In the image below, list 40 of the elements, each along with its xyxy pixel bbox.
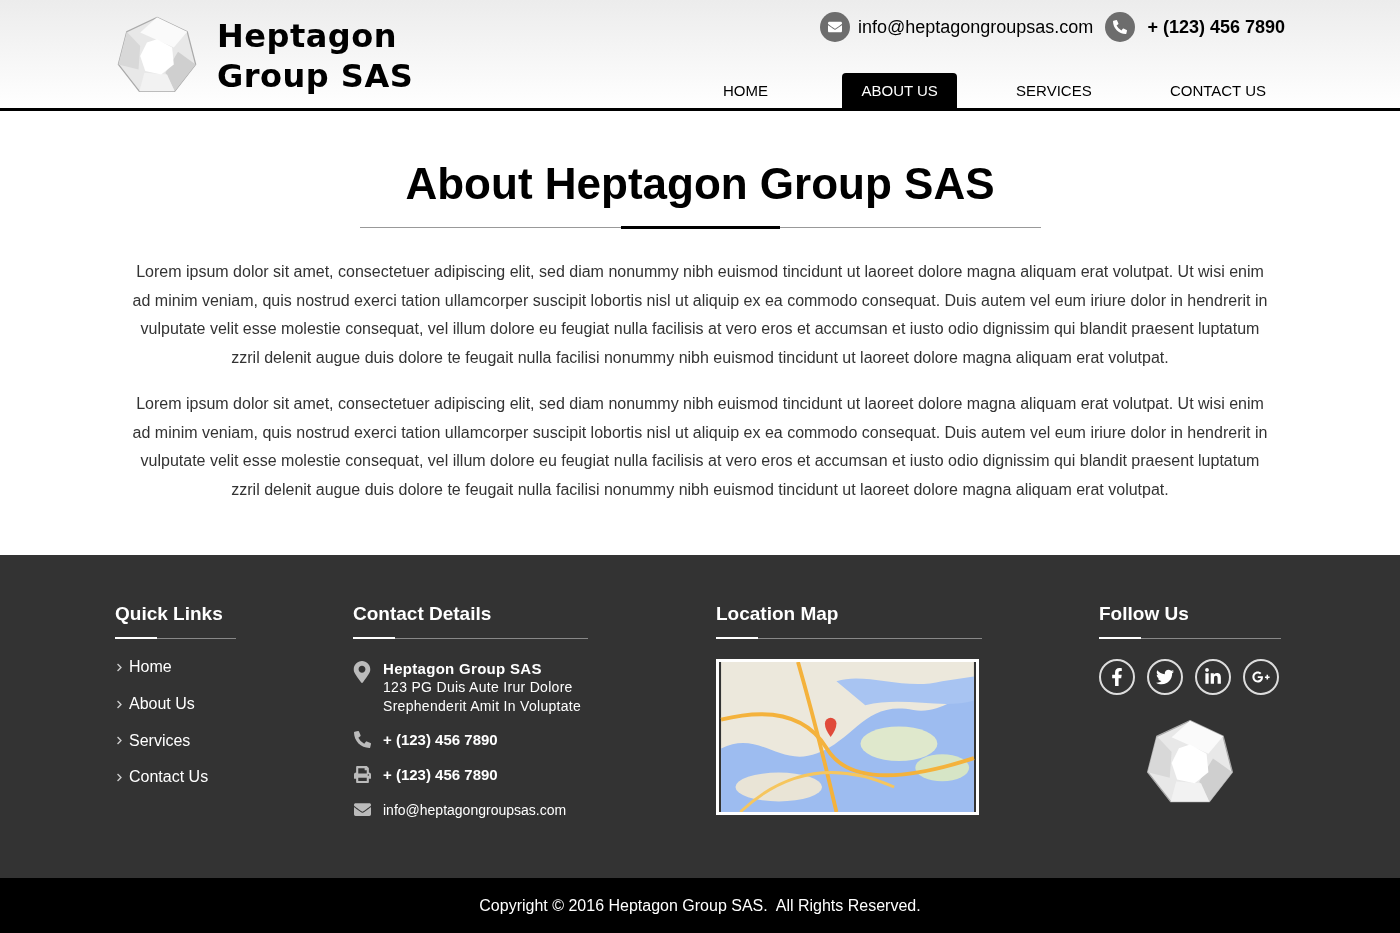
nav-tab[interactable]: SERVICES [996,73,1111,108]
google-plus-icon[interactable] [1243,659,1279,695]
footer-link[interactable]: Contact Us [115,759,236,796]
nav-tab[interactable]: ABOUT US [842,73,957,108]
footer-link[interactable]: Home [115,649,236,686]
footer-heading: Quick Links [115,603,224,626]
company-name: Heptagon Group SAS [383,659,543,678]
twitter-icon[interactable] [1147,659,1183,695]
printer-icon [353,766,371,783]
contact-text: + (123) 456 7890 [383,766,498,783]
map-pin-icon [353,661,371,683]
phone-icon [1105,12,1136,42]
phone-icon [353,731,371,748]
contact-text: + (123) 456 7890 [383,731,498,748]
header-phone: + (123) 456 7890 [1147,16,1285,38]
facebook-icon[interactable] [1099,659,1135,695]
copyright-text: Copyright © 2016 Heptagon Group SAS. All Rights Reserved. [0,878,1400,933]
chevron-icon [115,699,124,709]
chevron-icon [115,772,124,782]
footer-link[interactable]: About Us [115,685,236,723]
address-line: 123 PG Duis Aute Irur Dolore [383,678,574,697]
envelope-icon [353,801,371,818]
page-title: About Heptagon Group SAS [404,159,996,209]
nav-tab[interactable]: CONTACT US [1150,73,1285,108]
footer-heading: Contact Details [353,603,493,626]
about-paragraph: Lorem ipsum dolor sit amet, consectetuer adipiscing elit, sed diam nonummy nibh euismod tincidunt ut laoreet dolore magna aliquam erat volutpat. Ut wisi enim ad minim veniam, quis nostrud exerci tation ullamcorper suscipit lobortis nisl ut aliquip ex ea commodo consequat. Duis autem vel eum iriure dolor in hendrerit in vulputate velit esse molestie consequat, vel illum dolore eu feugiat nulla facilisis at vero eros et accumsan et iusto odio dignissim qui blandit praesent luptatum zzril delenit augue duis dolore te feugait nulla facilisi nonummy nibh euismod tincidunt ut laoreet dolore magna aliquam erat volutpat. [131,393,1269,500]
chevron-icon [115,662,124,672]
contact-text: info@heptagongroupsas.com [383,801,567,818]
footer-heading: Follow Us [1099,603,1190,626]
logo-text: Heptagon [217,16,398,56]
footer-heading: Location Map [716,603,840,626]
chevron-icon [115,736,124,746]
nav-tab[interactable]: HOME [688,73,803,108]
address-line: Srephenderit Amit In Voluptate [383,697,582,716]
header-email: info@heptagongroupsas.com [857,16,1094,38]
footer-link[interactable]: Services [115,722,236,760]
about-paragraph: Lorem ipsum dolor sit amet, consectetuer adipiscing elit, sed diam nonummy nibh euismod tincidunt ut laoreet dolore magna aliquam erat volutpat. Ut wisi enim ad minim veniam, quis nostrud exerci tation ullamcorper suscipit lobortis nisl ut aliquip ex ea commodo consequat. Duis autem vel eum iriure dolor in hendrerit in vulputate velit esse molestie consequat, vel illum dolore eu feugiat nulla facilisis at vero eros et accumsan et iusto odio dignissim qui blandit praesent luptatum zzril delenit augue duis dolore te feugait nulla facilisi nonummy nibh euismod tincidunt ut laoreet dolore magna aliquam erat volutpat. [131,262,1269,369]
logo-text: Group SAS [217,56,414,96]
linkedin-icon[interactable] [1195,659,1231,695]
envelope-icon [819,12,850,42]
